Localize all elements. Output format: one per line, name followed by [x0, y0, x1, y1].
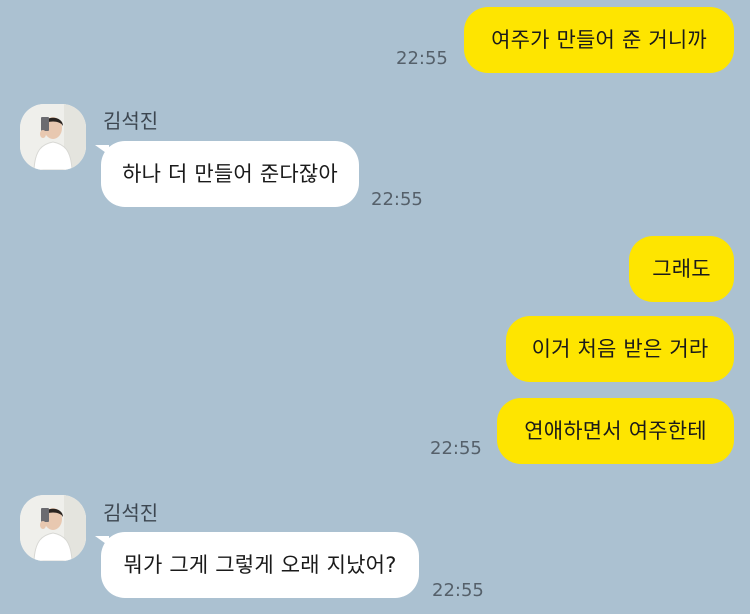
my-message-bubble[interactable]: 이거 처음 받은 거라 — [506, 316, 734, 382]
my-message-bubble[interactable]: 연애하면서 여주한테 — [497, 398, 734, 464]
sender-avatar[interactable] — [20, 495, 86, 561]
my-message-bubble[interactable]: 그래도 — [629, 236, 734, 302]
avatar-photo-icon — [20, 104, 86, 170]
sender-name: 김석진 — [103, 501, 159, 525]
avatar-photo-icon — [20, 495, 86, 561]
sender-avatar[interactable] — [20, 104, 86, 170]
chat-room: 22:55 여주가 만들어 준 거니까 김석진 하나 더 만들어 준다잖아 22… — [0, 0, 750, 614]
message-time: 22:55 — [432, 580, 484, 601]
message-time: 22:55 — [430, 438, 482, 459]
their-message-bubble[interactable]: 뭐가 그게 그렇게 오래 지났어? — [101, 532, 419, 598]
their-message-bubble[interactable]: 하나 더 만들어 준다잖아 — [101, 141, 359, 207]
sender-name: 김석진 — [103, 109, 159, 133]
my-message-bubble[interactable]: 여주가 만들어 준 거니까 — [464, 7, 734, 73]
message-time: 22:55 — [371, 189, 423, 210]
message-time: 22:55 — [396, 48, 448, 69]
